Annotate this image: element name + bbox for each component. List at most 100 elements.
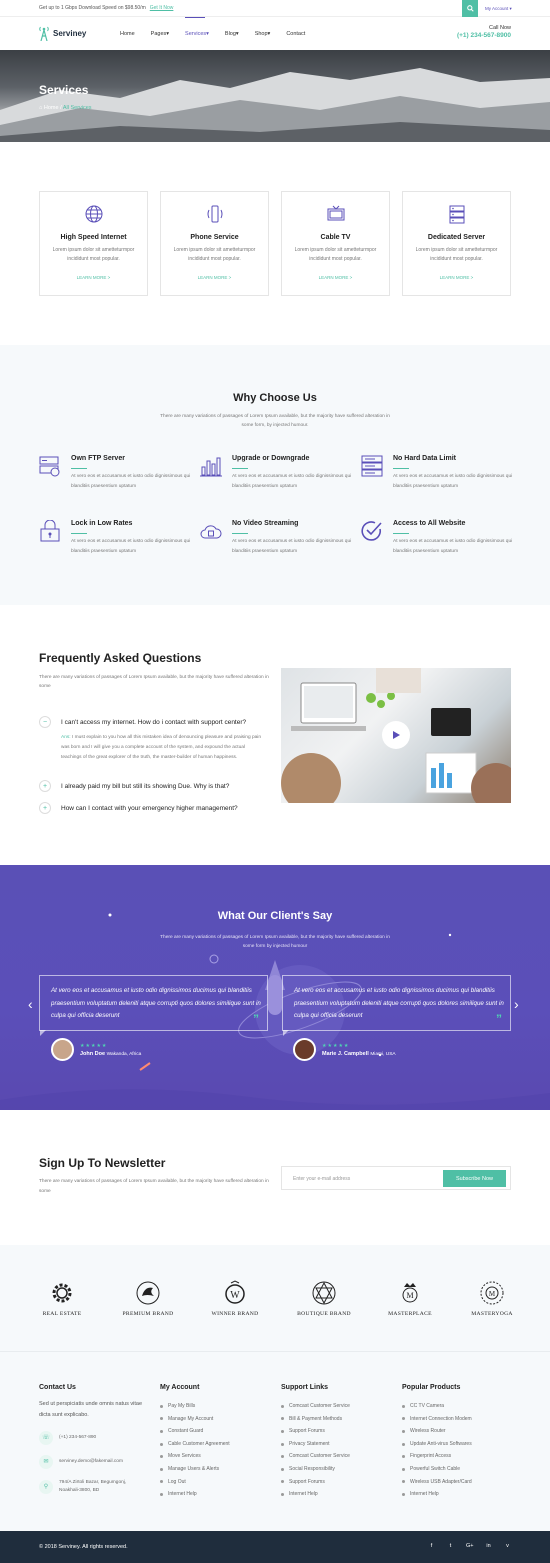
mail-icon: ✉: [39, 1455, 53, 1469]
menu-contact[interactable]: Contact: [286, 31, 305, 37]
quote-icon: ”: [496, 1012, 502, 1026]
learn-more-link[interactable]: LEARN MORE >: [40, 275, 147, 280]
brand-logo: W WINNER BRAND: [200, 1280, 270, 1317]
cloud-icon: [200, 525, 222, 539]
learn-more-link[interactable]: LEARN MORE >: [161, 275, 268, 280]
footer-bottom-bar: © 2018 Serviney. All rights reserved. f …: [0, 1531, 550, 1563]
testimonial-card: At vero eos et accusamus et iusto odio d…: [39, 975, 268, 1036]
brands-strip: REAL ESTATE PREMIUM BRAND W WINNER BRAND…: [0, 1245, 550, 1351]
footer-link[interactable]: Social Responsibility: [281, 1463, 350, 1476]
footer-link[interactable]: Constant Guard: [160, 1425, 230, 1438]
promo-link[interactable]: Get It Now: [150, 5, 174, 11]
facebook-icon[interactable]: f: [428, 1543, 435, 1549]
service-card: Phone Service Lorem ipsum dolor sit amet…: [160, 191, 269, 296]
footer-link[interactable]: Fingerprint Access: [402, 1450, 472, 1463]
play-icon: [393, 731, 400, 739]
ftp-server-icon: [39, 456, 60, 477]
faq-subtitle: There are many variations of passages of…: [39, 675, 269, 689]
brand-name: Serviney: [53, 29, 87, 38]
footer-link[interactable]: Internet Help: [281, 1488, 350, 1501]
ornament-m-logo-icon: M: [480, 1281, 504, 1305]
footer-link[interactable]: Log Out: [160, 1476, 230, 1489]
testimonials-subtitle: There are many variations of passages of…: [160, 935, 390, 949]
footer-link[interactable]: Cable Customer Agreement: [160, 1438, 230, 1451]
expand-icon[interactable]: +: [39, 780, 51, 792]
footer-link[interactable]: Comcast Customer Service: [281, 1450, 350, 1463]
home-icon: ⌂: [39, 105, 43, 111]
play-button[interactable]: [382, 721, 410, 749]
my-account-dropdown[interactable]: My Account ▾: [485, 6, 512, 12]
footer-link[interactable]: Update Anti-virus Softwares: [402, 1438, 472, 1451]
footer-link[interactable]: Internet Help: [160, 1488, 230, 1501]
service-text: Lorem ipsum dolor sit ametteturmpor inci…: [52, 247, 135, 262]
footer-heading: Contact Us: [39, 1384, 76, 1391]
learn-more-link[interactable]: LEARN MORE >: [403, 275, 510, 280]
footer-link[interactable]: Internet Connection Modem: [402, 1413, 472, 1426]
rating-stars: ★★★★★: [80, 1042, 108, 1049]
breadcrumb-home[interactable]: Home: [44, 105, 59, 111]
faq-question[interactable]: + How can I contact with your emergency h…: [39, 802, 238, 814]
subscribe-button[interactable]: Subscribe Now: [443, 1170, 506, 1187]
check-circle-icon: [361, 521, 382, 541]
service-text: Lorem ipsum dolor sit ametteturmpor inci…: [173, 247, 256, 262]
contact-email[interactable]: serviney.demo@fakemail.com: [59, 1458, 123, 1466]
footer-link[interactable]: Privacy Statement: [281, 1438, 350, 1451]
footer-link[interactable]: Internet Help: [402, 1488, 472, 1501]
menu-blog[interactable]: Blog▾: [225, 31, 239, 37]
svg-text:M: M: [489, 1290, 496, 1298]
avatar: [293, 1038, 316, 1061]
call-now-label: Call Now: [488, 25, 511, 31]
vimeo-icon[interactable]: v: [504, 1543, 511, 1549]
menu-pages[interactable]: Pages▾: [151, 31, 169, 37]
menu-shop[interactable]: Shop▾: [255, 31, 271, 37]
lock-icon: [40, 520, 60, 542]
testimonial-card: At vero eos et accusamus et iusto odio d…: [282, 975, 511, 1036]
footer-link[interactable]: Wireless USB Adapter/Card: [402, 1476, 472, 1489]
data-server-icon: [361, 455, 383, 477]
expand-icon[interactable]: +: [39, 802, 51, 814]
footer-link[interactable]: Support Forums: [281, 1476, 350, 1489]
twitter-icon[interactable]: t: [447, 1543, 454, 1549]
main-menu: Home Pages▾ Services▾ Blog▾ Shop▾ Contac…: [120, 17, 321, 37]
bar-chart-icon: [200, 457, 222, 477]
faq-question[interactable]: − I can't access my internet. How do i co…: [39, 716, 246, 728]
call-now-phone[interactable]: (+1) 234-567-8900: [457, 32, 511, 39]
footer-link[interactable]: Comcast Customer Service: [281, 1400, 350, 1413]
svg-text:W: W: [230, 1290, 240, 1301]
footer-link[interactable]: Manage Users & Alerts: [160, 1463, 230, 1476]
next-arrow-icon[interactable]: ›: [514, 996, 519, 1012]
footer-link[interactable]: Manage My Account: [160, 1413, 230, 1426]
learn-more-link[interactable]: LEARN MORE >: [282, 275, 389, 280]
faq-question[interactable]: + I already paid my bill but still its sh…: [39, 780, 229, 792]
brand-logo: PREMIUM BRAND: [113, 1280, 183, 1317]
service-card: Dedicated Server Lorem ipsum dolor sit a…: [402, 191, 511, 296]
call-now: Call Now (+1) 234-567-8900: [457, 25, 511, 39]
menu-services[interactable]: Services▾: [185, 17, 209, 37]
collapse-icon[interactable]: −: [39, 716, 51, 728]
faq-answer: Ans: I must explain to you how all this …: [61, 735, 262, 760]
footer-link[interactable]: CC TV Camera: [402, 1400, 472, 1413]
service-title: Dedicated Server: [427, 234, 486, 241]
linkedin-icon[interactable]: in: [485, 1543, 492, 1549]
search-button[interactable]: [462, 0, 478, 17]
testimonials-section: What Our Client's Say There are many var…: [0, 865, 550, 1110]
top-bar: Get up to 1 Gbps Download Speed on $98.5…: [0, 0, 550, 17]
logo[interactable]: Serviney: [39, 26, 86, 41]
contact-phone[interactable]: (+1) 234-567-890: [59, 1434, 96, 1442]
rating-stars: ★★★★★: [322, 1042, 350, 1049]
tower-logo-icon: [39, 26, 49, 41]
breadcrumb-current: All Services: [62, 105, 92, 111]
footer-link[interactable]: Pay My Bills: [160, 1400, 230, 1413]
menu-home[interactable]: Home: [120, 31, 135, 37]
feature-title: No Video Streaming: [232, 520, 299, 527]
prev-arrow-icon[interactable]: ‹: [28, 996, 33, 1012]
footer-link[interactable]: Powerful Switch Cable: [402, 1463, 472, 1476]
footer-link[interactable]: Wireless Router: [402, 1425, 472, 1438]
footer-link[interactable]: Bill & Payment Methods: [281, 1413, 350, 1426]
google-plus-icon[interactable]: G+: [466, 1543, 474, 1549]
footer-support-links: Support Links Comcast Customer Service B…: [281, 1384, 350, 1501]
footer-link[interactable]: Move Services: [160, 1450, 230, 1463]
email-input[interactable]: Enter your e-mail address: [293, 1176, 350, 1182]
main-navbar: Serviney Home Pages▾ Services▾ Blog▾ Sho…: [0, 17, 550, 50]
footer-link[interactable]: Support Forums: [281, 1425, 350, 1438]
